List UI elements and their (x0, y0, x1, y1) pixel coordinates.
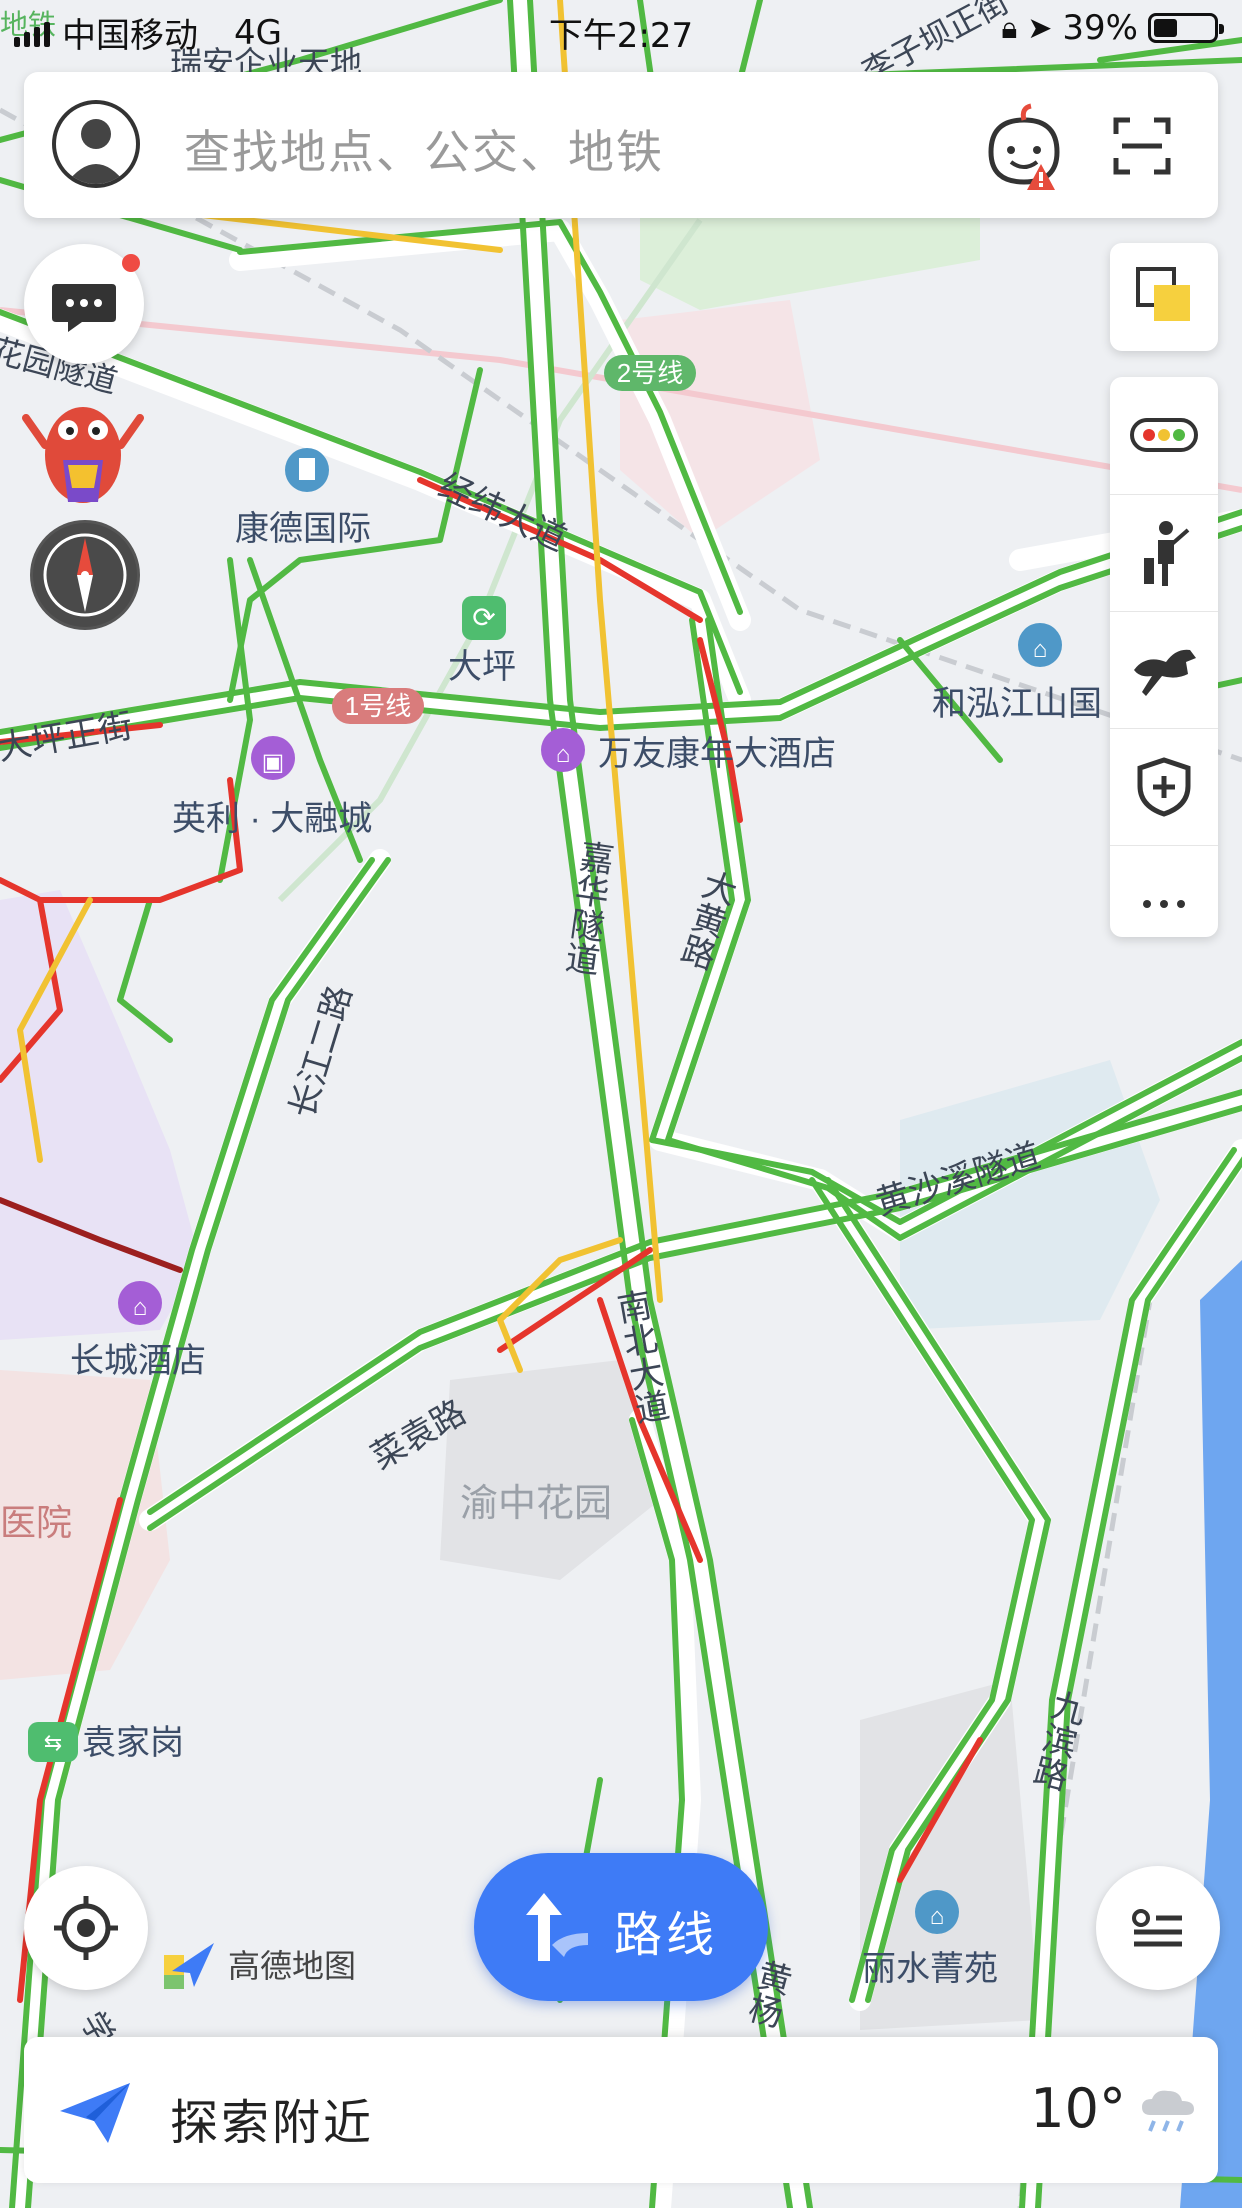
explore-nearby-bar[interactable]: 探索附近 10° (24, 2037, 1218, 2183)
layers-icon (1136, 267, 1190, 321)
crosshair-icon (54, 1896, 118, 1960)
area-label-yuzhong: 渝中花园 (460, 1483, 612, 1525)
shopping-bag-icon: ▣ (262, 749, 285, 776)
search-input[interactable]: 查找地点、公交、地铁 (184, 116, 664, 182)
svg-text:万友康年大酒店: 万友康年大酒店 (598, 735, 836, 773)
svg-text:长城酒店: 长城酒店 (70, 1342, 206, 1380)
svg-text:2号线: 2号线 (617, 358, 683, 388)
hotel-icon: ⌂ (556, 741, 571, 768)
metro-station-icon: ⇆ (44, 1730, 62, 1755)
notification-dot (122, 254, 140, 272)
metro-badge-line1[interactable]: 1号线 (332, 688, 424, 724)
building-icon: ⌂ (1033, 636, 1048, 663)
building-icon (299, 458, 315, 480)
battery-percent: 39% (1062, 8, 1138, 48)
horse-icon (1134, 649, 1196, 696)
route-button-label: 路线 (614, 1907, 719, 1963)
map-label-partial: 医院 (0, 1502, 72, 1543)
list-view-button[interactable] (1096, 1866, 1220, 1990)
tour-guide-button[interactable] (1110, 494, 1218, 611)
horse-button[interactable] (1110, 611, 1218, 728)
user-icon (66, 119, 126, 184)
battery-icon (1148, 13, 1224, 43)
svg-text:康德国际: 康德国际 (235, 510, 371, 548)
status-bar: 中国移动 4G 下午2:27 🔒︎ ➤ 39% (0, 0, 1242, 60)
map-tools-panel (1110, 377, 1218, 937)
compass-icon[interactable] (30, 520, 140, 630)
traffic-light-icon (1130, 418, 1198, 452)
amap-brand: 高德地图 (160, 1935, 356, 1993)
locate-button[interactable] (24, 1866, 148, 1990)
walking-person-icon (1144, 521, 1190, 586)
temperature: 10° (1030, 2077, 1126, 2140)
svg-text:1号线: 1号线 (345, 691, 411, 721)
message-button[interactable] (24, 244, 144, 364)
rain-cloud-icon (1142, 2090, 1194, 2132)
amap-logo-icon (164, 1943, 214, 1989)
brand-text: 高德地图 (228, 1947, 357, 1985)
route-arrow-icon (526, 1893, 588, 1961)
svg-text:大坪: 大坪 (448, 648, 516, 686)
poi-yuanjiagang[interactable]: ⇆ 袁家岗 (28, 1722, 184, 1762)
svg-text:和泓江山国: 和泓江山国 (932, 685, 1102, 723)
scan-icon[interactable] (1112, 116, 1172, 176)
hotel-icon: ⌂ (133, 1294, 148, 1321)
building-icon: ⌂ (930, 1903, 945, 1930)
mascot-icon[interactable] (18, 390, 148, 510)
explore-nearby-label: 探索附近 (170, 2095, 375, 2151)
svg-text:英利 · 大融城: 英利 · 大融城 (172, 800, 372, 838)
assistant-robot-icon[interactable] (979, 102, 1069, 192)
traffic-button[interactable] (1110, 377, 1218, 493)
more-icon (1143, 900, 1185, 908)
avatar[interactable] (52, 100, 140, 188)
shield-plus-icon (1137, 757, 1191, 817)
svg-text:袁家岗: 袁家岗 (82, 1724, 184, 1762)
route-button[interactable]: 路线 (474, 1853, 768, 2001)
svg-text:丽水菁苑: 丽水菁苑 (862, 1950, 998, 1988)
location-arrow-icon: ➤ (1027, 10, 1053, 46)
list-icon (1132, 1909, 1182, 1947)
search-bar[interactable]: 查找地点、公交、地铁 (24, 72, 1218, 218)
more-button[interactable] (1110, 845, 1218, 962)
paper-plane-icon (60, 2083, 130, 2143)
metro-station-icon: ⟳ (472, 602, 495, 633)
rotation-lock-icon: 🔒︎ (1001, 10, 1018, 46)
metro-badge-line2[interactable]: 2号线 (604, 355, 696, 391)
clock: 下午2:27 (548, 16, 694, 56)
safety-button[interactable] (1110, 728, 1218, 845)
layers-button[interactable] (1110, 243, 1218, 351)
